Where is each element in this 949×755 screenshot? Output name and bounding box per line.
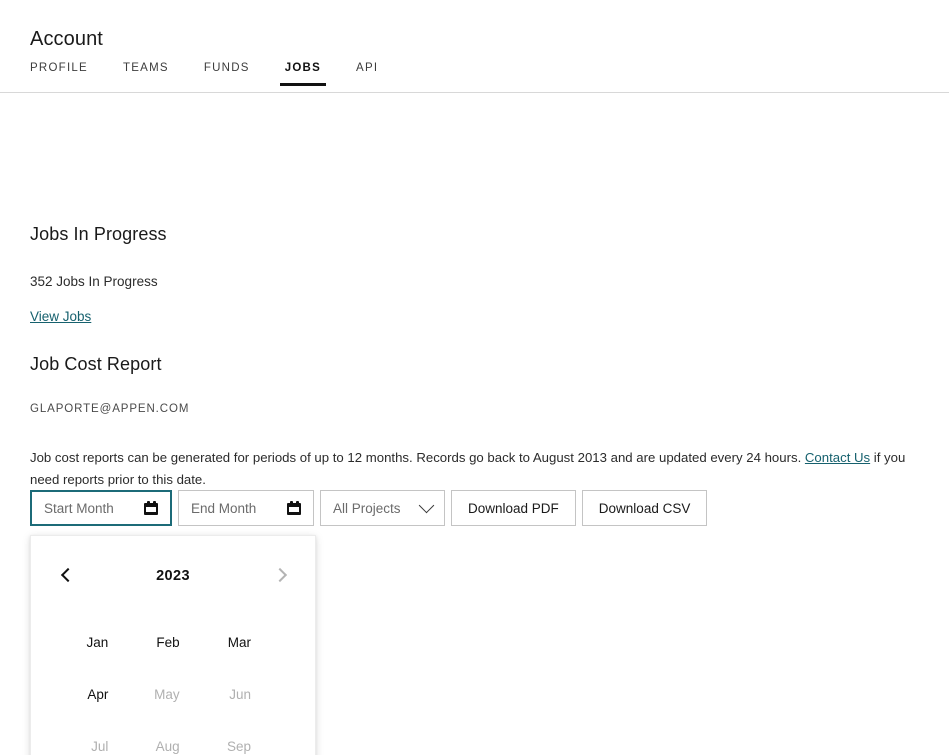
project-select-value: All Projects (333, 500, 401, 516)
tab-api[interactable]: API (356, 62, 378, 86)
month-option-aug: Aug (155, 738, 180, 754)
description-text-before: Job cost reports can be generated for pe… (30, 450, 805, 466)
account-tabs: PROFILE TEAMS FUNDS JOBS API (30, 62, 378, 86)
month-picker-year: 2023 (156, 568, 190, 584)
next-year-button[interactable] (267, 563, 293, 589)
start-month-input[interactable]: Start Month (30, 490, 172, 526)
account-email: GLAPORTE@APPEN.COM (30, 403, 190, 415)
month-picker-popup: 2023 JanFebMarAprMayJunJulAugSepOctNovDe… (30, 535, 316, 755)
tab-funds[interactable]: FUNDS (204, 62, 250, 86)
month-option-may: May (154, 686, 180, 702)
month-option-jun: Jun (229, 686, 251, 702)
calendar-icon (287, 501, 301, 515)
page-title: Account (30, 28, 103, 50)
tab-profile[interactable]: PROFILE (30, 62, 88, 86)
end-month-placeholder: End Month (191, 500, 257, 516)
calendar-icon (144, 501, 158, 515)
chevron-down-icon (418, 497, 435, 514)
end-month-input[interactable]: End Month (178, 490, 314, 526)
download-pdf-button[interactable]: Download PDF (451, 490, 576, 526)
view-jobs-link[interactable]: View Jobs (30, 309, 91, 324)
jobs-in-progress-heading: Jobs In Progress (30, 224, 167, 244)
contact-us-link[interactable]: Contact Us (805, 450, 870, 465)
month-option-mar[interactable]: Mar (188, 616, 259, 668)
download-csv-button[interactable]: Download CSV (581, 490, 708, 526)
previous-year-button[interactable] (55, 563, 81, 589)
month-option-sep: Sep (226, 738, 251, 754)
job-cost-report-description: Job cost reports can be generated for pe… (30, 447, 910, 491)
page-header: Account PROFILE TEAMS FUNDS JOBS API (0, 0, 949, 93)
month-option-jan[interactable]: Jan (45, 616, 116, 668)
month-option-jul: Jul (91, 738, 109, 754)
month-picker-header: 2023 (31, 536, 315, 616)
month-option-feb[interactable]: Feb (116, 616, 187, 668)
project-select[interactable]: All Projects (320, 490, 445, 526)
tab-teams[interactable]: TEAMS (123, 62, 169, 86)
start-month-placeholder: Start Month (44, 500, 114, 516)
jobs-in-progress-count: 352 Jobs In Progress (30, 274, 158, 289)
job-cost-report-heading: Job Cost Report (30, 354, 162, 374)
tab-jobs[interactable]: JOBS (279, 62, 327, 86)
month-option-apr[interactable]: Apr (45, 668, 116, 720)
month-grid: JanFebMarAprMayJunJulAugSepOctNovDec (31, 616, 315, 755)
report-controls: Start Month End Month All Projects Downl… (30, 490, 708, 526)
